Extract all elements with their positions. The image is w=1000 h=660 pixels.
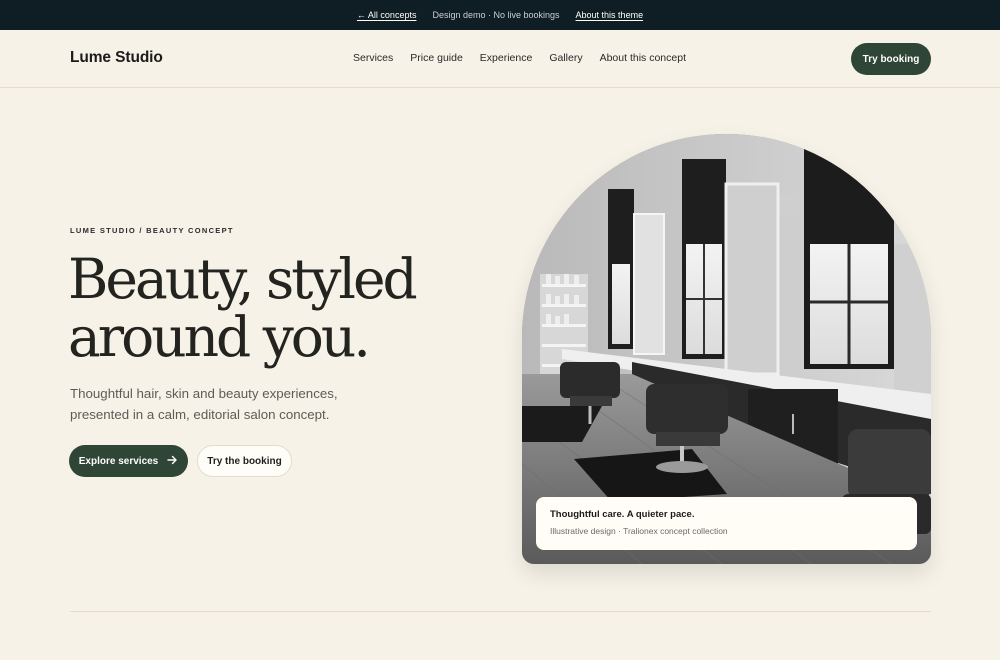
- try-booking-button[interactable]: Try booking: [851, 43, 931, 75]
- hero-description: Thoughtful hair, skin and beauty experie…: [70, 386, 338, 422]
- nav-experience[interactable]: Experience: [480, 52, 533, 64]
- explore-services-label: Explore services: [78, 455, 159, 467]
- main-nav: Services Price guide Experience Gallery …: [353, 52, 686, 64]
- nav-price-guide[interactable]: Price guide: [410, 52, 463, 64]
- headline-line-2: around you.: [68, 305, 371, 369]
- nav-gallery[interactable]: Gallery: [549, 52, 582, 64]
- image-caption-card: Thoughtful care. A quieter pace. Illustr…: [536, 497, 917, 550]
- hero-eyebrow: LUME STUDIO / BEAUTY CONCEPT: [70, 226, 234, 235]
- announcement-bar: ← All concepts Design demo · No live boo…: [0, 0, 1000, 30]
- caption-title: Thoughtful care. A quieter pace.: [550, 509, 695, 520]
- headline-line-1: Beauty, styled: [68, 247, 418, 311]
- all-concepts-link[interactable]: ← All concepts: [357, 10, 417, 20]
- section-divider: [70, 611, 931, 612]
- demo-notice: Design demo · No live bookings: [432, 10, 560, 20]
- caption-subtitle: Illustrative design · Tralionex concept …: [550, 526, 728, 536]
- try-the-booking-button[interactable]: Try the booking: [197, 445, 292, 477]
- about-theme-link[interactable]: About this theme: [576, 10, 644, 20]
- site-header: Lume Studio Services Price guide Experie…: [0, 30, 1000, 88]
- brand-logo[interactable]: Lume Studio: [70, 49, 163, 67]
- arrow-right-icon: [167, 455, 178, 468]
- hero-headline: Beauty, styled around you.: [68, 247, 418, 369]
- nav-about-concept[interactable]: About this concept: [600, 52, 686, 64]
- explore-services-button[interactable]: Explore services: [69, 445, 188, 477]
- nav-services[interactable]: Services: [353, 52, 393, 64]
